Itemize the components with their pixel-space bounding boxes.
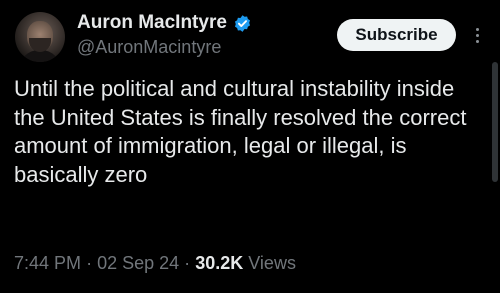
tweet-time[interactable]: 7:44 PM xyxy=(14,253,81,273)
meta-separator: · xyxy=(184,253,191,273)
subscribe-button[interactable]: Subscribe xyxy=(337,19,456,51)
tweet-text: Until the political and cultural instabi… xyxy=(14,76,467,187)
scrollbar[interactable] xyxy=(492,62,498,182)
tweet-meta: 7:44 PM · 02 Sep 24 · 30.2K Views xyxy=(14,253,296,274)
views-count: 30.2K xyxy=(195,253,244,273)
verified-badge-icon xyxy=(233,14,252,33)
vertical-ellipsis-icon[interactable] xyxy=(470,22,484,48)
author-handle[interactable]: @AuronMacintyre xyxy=(77,37,221,58)
author-display-name[interactable]: Auron MacIntyre xyxy=(77,12,227,34)
views-label: Views xyxy=(248,253,296,273)
meta-separator: · xyxy=(86,253,93,273)
tweet-date[interactable]: 02 Sep 24 xyxy=(97,253,179,273)
avatar[interactable] xyxy=(15,12,65,62)
author-name-row: Auron MacIntyre xyxy=(77,12,252,34)
